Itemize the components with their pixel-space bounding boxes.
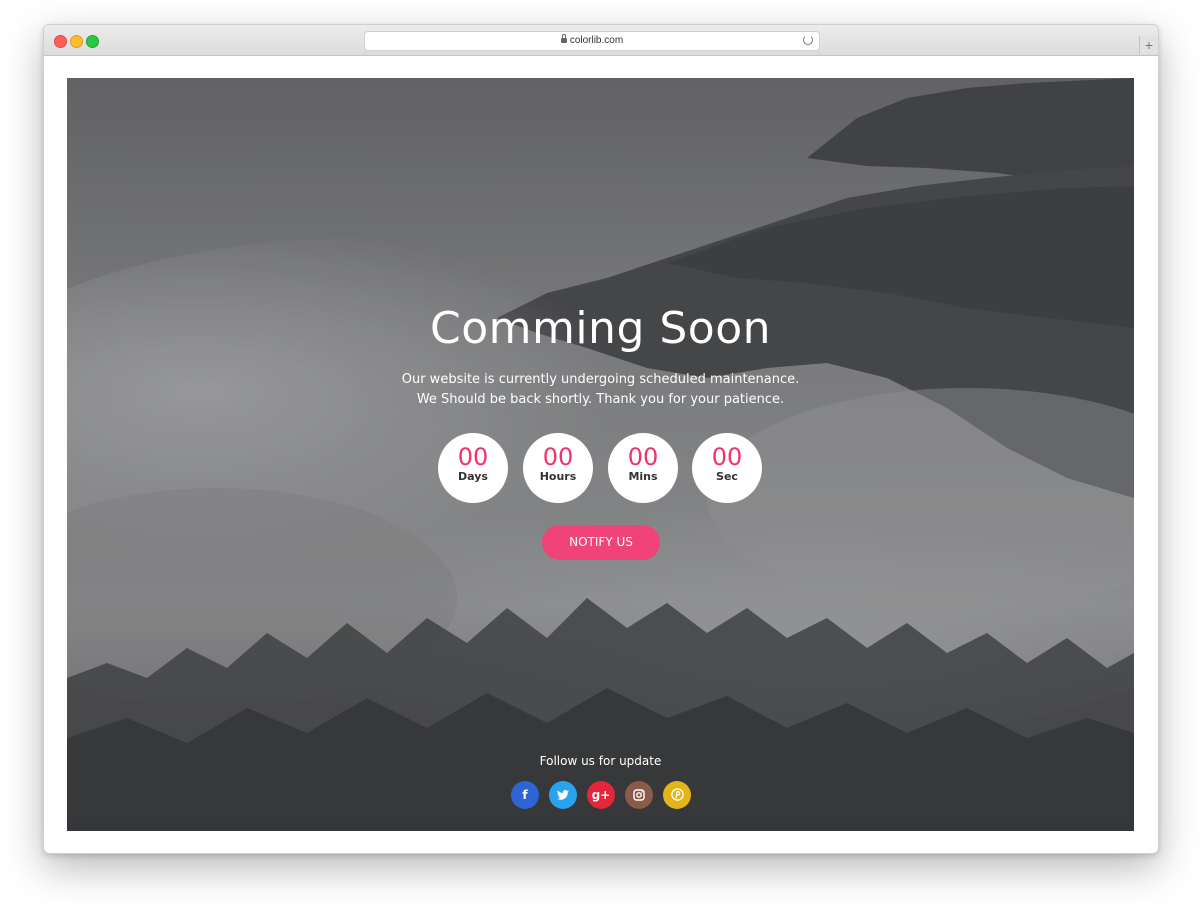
countdown-timer: 00 Days 00 Hours 00 Mins 00 Sec [438, 433, 768, 505]
countdown-mins: 00 Mins [608, 433, 678, 503]
coming-soon-content: Comming Soon Our website is currently un… [67, 78, 1134, 831]
facebook-icon[interactable]: f [511, 781, 539, 809]
instagram-camera-icon [633, 789, 645, 801]
address-bar[interactable]: colorlib.com [364, 31, 820, 51]
page-title: Comming Soon [429, 303, 772, 354]
maximize-window-button[interactable] [86, 35, 99, 48]
countdown-hours-value: 00 [542, 443, 574, 471]
minimize-window-button[interactable] [70, 35, 83, 48]
countdown-mins-label: Mins [628, 470, 658, 483]
new-tab-button[interactable]: + [1139, 36, 1158, 54]
countdown-hours-label: Hours [539, 470, 577, 483]
subtitle-line-1: Our website is currently undergoing sche… [401, 372, 800, 387]
follow-us-label: Follow us for update [539, 754, 662, 768]
twitter-bird-icon [557, 790, 569, 800]
google-plus-icon[interactable]: g+ [587, 781, 615, 809]
notify-us-button[interactable]: NOTIFY US [542, 525, 660, 560]
lock-icon [560, 34, 567, 43]
address-bar-url: colorlib.com [569, 35, 624, 46]
twitter-icon[interactable] [549, 781, 577, 809]
browser-titlebar: colorlib.com + [44, 25, 1158, 56]
page-subtitle: Our website is currently undergoing sche… [67, 370, 1134, 410]
subtitle-line-2: We Should be back shortly. Thank you for… [416, 392, 785, 407]
countdown-sec: 00 Sec [692, 433, 762, 503]
countdown-days: 00 Days [438, 433, 508, 503]
pinterest-p-icon [670, 788, 684, 801]
browser-window: colorlib.com + Comming Soon Our website … [43, 24, 1159, 854]
pinterest-icon[interactable] [663, 781, 691, 809]
reload-icon[interactable] [803, 35, 813, 45]
countdown-sec-label: Sec [716, 470, 738, 483]
countdown-days-label: Days [458, 470, 488, 483]
countdown-hours: 00 Hours [523, 433, 593, 503]
countdown-days-value: 00 [457, 443, 489, 471]
instagram-icon[interactable] [625, 781, 653, 809]
close-window-button[interactable] [54, 35, 67, 48]
countdown-sec-value: 00 [711, 443, 743, 471]
hero-section: Comming Soon Our website is currently un… [67, 78, 1134, 831]
countdown-mins-value: 00 [627, 443, 659, 471]
